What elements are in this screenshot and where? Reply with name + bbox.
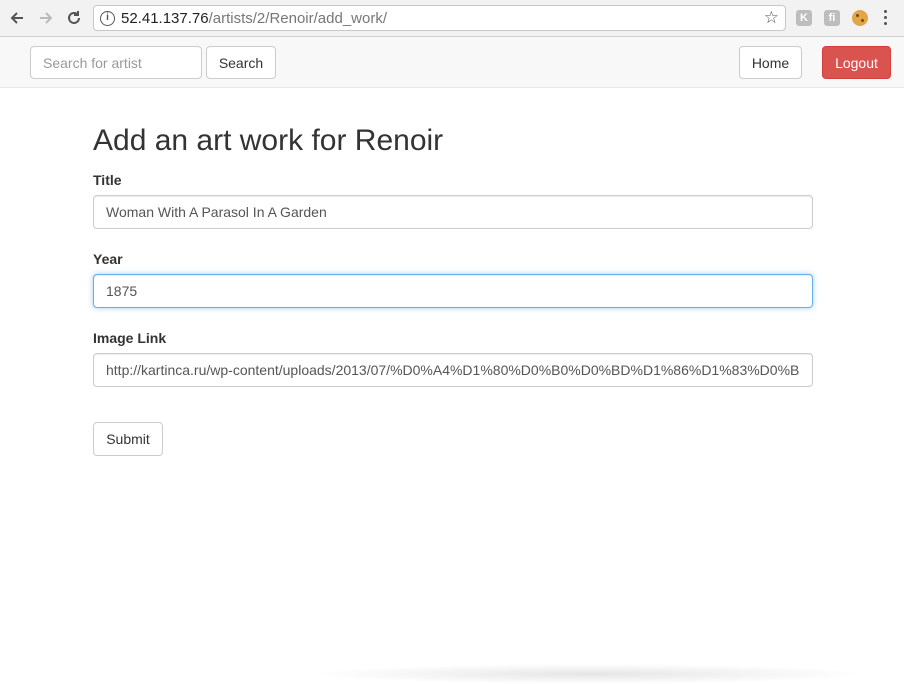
submit-button[interactable]: Submit [93,422,163,456]
search-button[interactable]: Search [206,46,276,79]
cookie-icon[interactable] [852,10,868,26]
home-button[interactable]: Home [739,46,802,79]
url-text: 52.41.137.76/artists/2/Renoir/add_work/ [121,10,387,27]
image-link-input[interactable] [93,353,813,387]
logout-button[interactable]: Logout [822,46,891,79]
reload-icon[interactable] [63,7,85,29]
extension-k-icon[interactable]: K [796,10,812,26]
extension-fi-icon[interactable]: fi [824,10,840,26]
year-label: Year [93,251,123,267]
title-input[interactable] [93,195,813,229]
page-title: Add an art work for Renoir [93,124,444,157]
star-icon[interactable]: ☆ [764,8,779,28]
url-path: /artists/2/Renoir/add_work/ [208,10,388,27]
window-shadow [310,664,870,684]
navbar: Search Home Logout [0,37,904,88]
info-icon[interactable]: i [100,11,115,26]
menu-icon[interactable] [884,10,888,26]
url-host: 52.41.137.76 [121,10,209,27]
forward-icon[interactable] [35,7,57,29]
artist-search-input[interactable] [30,46,202,79]
year-input[interactable] [93,274,813,308]
image-link-label: Image Link [93,330,167,346]
title-label: Title [93,172,122,188]
back-icon[interactable] [6,7,28,29]
address-bar[interactable]: i 52.41.137.76/artists/2/Renoir/add_work… [93,5,786,31]
browser-toolbar: i 52.41.137.76/artists/2/Renoir/add_work… [0,0,904,37]
